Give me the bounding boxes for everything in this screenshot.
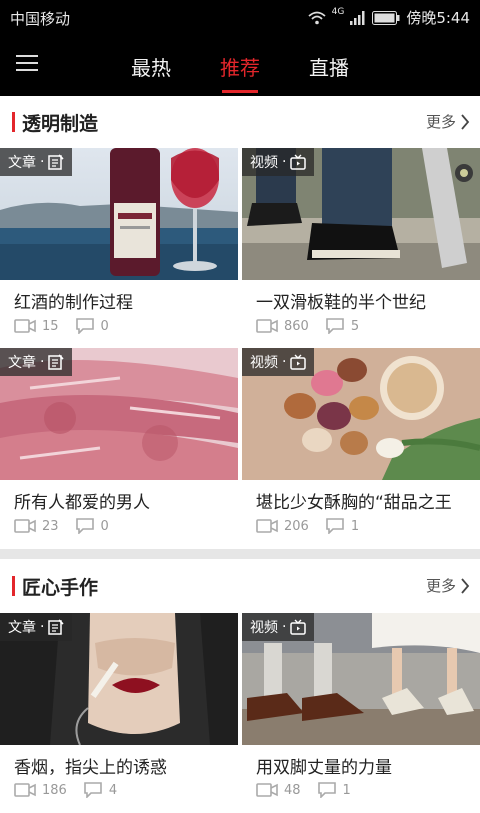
tab-live[interactable]: 直播 bbox=[309, 52, 349, 81]
active-tab-indicator bbox=[222, 90, 258, 93]
content-type-label: 文章 bbox=[8, 355, 36, 371]
article-icon bbox=[48, 354, 65, 370]
section-header-craftsmanship: 匠心手作 更多 bbox=[0, 560, 480, 612]
comment-icon bbox=[84, 782, 102, 798]
chevron-right-icon[interactable] bbox=[460, 114, 470, 130]
view-count: 186 bbox=[42, 782, 67, 798]
content-type-badge: 视频 · bbox=[242, 348, 315, 376]
article-card-red-wine[interactable]: 文章 · 红酒的制作过程 15 0 bbox=[0, 148, 238, 348]
card-title: 香烟，指尖上的诱惑 bbox=[14, 758, 167, 778]
section-title: 透明制造 bbox=[22, 113, 99, 135]
signal-icon bbox=[350, 10, 365, 25]
section-accent-bar bbox=[12, 576, 15, 596]
video-camera-icon bbox=[256, 783, 278, 797]
card-meta: 48 1 bbox=[256, 782, 367, 798]
tab-hottest[interactable]: 最热 bbox=[131, 52, 171, 81]
card-meta: 23 0 bbox=[14, 518, 125, 534]
more-link[interactable]: 更多 bbox=[426, 111, 456, 132]
content-type-badge: 文章 · bbox=[0, 348, 73, 376]
card-meta: 206 1 bbox=[256, 518, 375, 534]
wifi-icon bbox=[308, 11, 326, 24]
chevron-right-icon[interactable] bbox=[460, 578, 470, 594]
section-header-transparent-making: 透明制造 更多 bbox=[0, 96, 480, 148]
comment-count: 5 bbox=[350, 318, 360, 334]
clock-label: 傍晚5:44 bbox=[406, 9, 470, 27]
video-camera-icon bbox=[256, 319, 278, 333]
content-type-badge: 文章 · bbox=[0, 148, 73, 176]
card-title: 堪比少女酥胸的“甜品之王 bbox=[256, 493, 452, 513]
comment-icon bbox=[75, 518, 94, 534]
comment-icon bbox=[326, 318, 344, 334]
view-count: 860 bbox=[284, 318, 309, 334]
video-card-macarons[interactable]: 视频 · 堪比少女酥胸的“甜品之王 206 1 bbox=[242, 348, 480, 548]
tv-icon bbox=[290, 154, 307, 170]
article-card-cigarette[interactable]: 文章 · 香烟，指尖上的诱惑 186 4 bbox=[0, 613, 238, 813]
video-camera-icon bbox=[14, 519, 36, 533]
content-type-label: 视频 bbox=[250, 355, 278, 371]
card-title: 用双脚丈量的力量 bbox=[256, 758, 392, 778]
content-type-badge: 视频 · bbox=[242, 148, 315, 176]
content-type-label: 文章 bbox=[8, 155, 36, 171]
status-bar: 中国移动 4G 傍晚5:44 bbox=[0, 0, 480, 34]
top-nav-bar: 最热 推荐 直播 bbox=[0, 34, 480, 96]
tab-recommended[interactable]: 推荐 bbox=[220, 52, 260, 81]
card-title: 一双滑板鞋的半个世纪 bbox=[256, 293, 426, 313]
comment-icon bbox=[75, 318, 94, 334]
battery-icon bbox=[372, 10, 400, 25]
section-title: 匠心手作 bbox=[22, 577, 99, 599]
network-type-label: 4G bbox=[331, 6, 345, 17]
comment-count: 4 bbox=[108, 782, 118, 798]
video-camera-icon bbox=[14, 783, 36, 797]
content-type-badge: 文章 · bbox=[0, 613, 73, 641]
tv-icon bbox=[290, 354, 307, 370]
article-card-banknotes[interactable]: 文章 · 所有人都爱的男人 23 0 bbox=[0, 348, 238, 548]
section-divider bbox=[0, 549, 480, 559]
comment-count: 0 bbox=[100, 518, 109, 534]
comment-count: 1 bbox=[350, 518, 360, 534]
more-link[interactable]: 更多 bbox=[426, 575, 456, 596]
video-card-skate-shoes[interactable]: 视频 · 一双滑板鞋的半个世纪 860 5 bbox=[242, 148, 480, 348]
card-meta: 186 4 bbox=[14, 782, 133, 798]
card-title: 红酒的制作过程 bbox=[14, 293, 133, 313]
view-count: 15 bbox=[42, 318, 59, 334]
view-count: 48 bbox=[284, 782, 301, 798]
comment-icon bbox=[317, 782, 336, 798]
carrier-label: 中国移动 bbox=[10, 10, 71, 28]
video-camera-icon bbox=[14, 319, 36, 333]
card-meta: 15 0 bbox=[14, 318, 125, 334]
video-camera-icon bbox=[256, 519, 278, 533]
content-type-label: 文章 bbox=[8, 620, 36, 636]
article-icon bbox=[48, 154, 65, 170]
view-count: 206 bbox=[284, 518, 309, 534]
card-meta: 860 5 bbox=[256, 318, 375, 334]
comment-icon bbox=[326, 518, 344, 534]
article-icon bbox=[48, 619, 65, 635]
comment-count: 1 bbox=[342, 782, 351, 798]
section-accent-bar bbox=[12, 112, 15, 132]
comment-count: 0 bbox=[100, 318, 109, 334]
content-type-label: 视频 bbox=[250, 620, 278, 636]
card-title: 所有人都爱的男人 bbox=[14, 493, 150, 513]
content-type-badge: 视频 · bbox=[242, 613, 315, 641]
content-type-label: 视频 bbox=[250, 155, 278, 171]
menu-icon[interactable] bbox=[16, 55, 38, 73]
video-card-feet[interactable]: 视频 · 用双脚丈量的力量 48 1 bbox=[242, 613, 480, 813]
tv-icon bbox=[290, 619, 307, 635]
view-count: 23 bbox=[42, 518, 59, 534]
